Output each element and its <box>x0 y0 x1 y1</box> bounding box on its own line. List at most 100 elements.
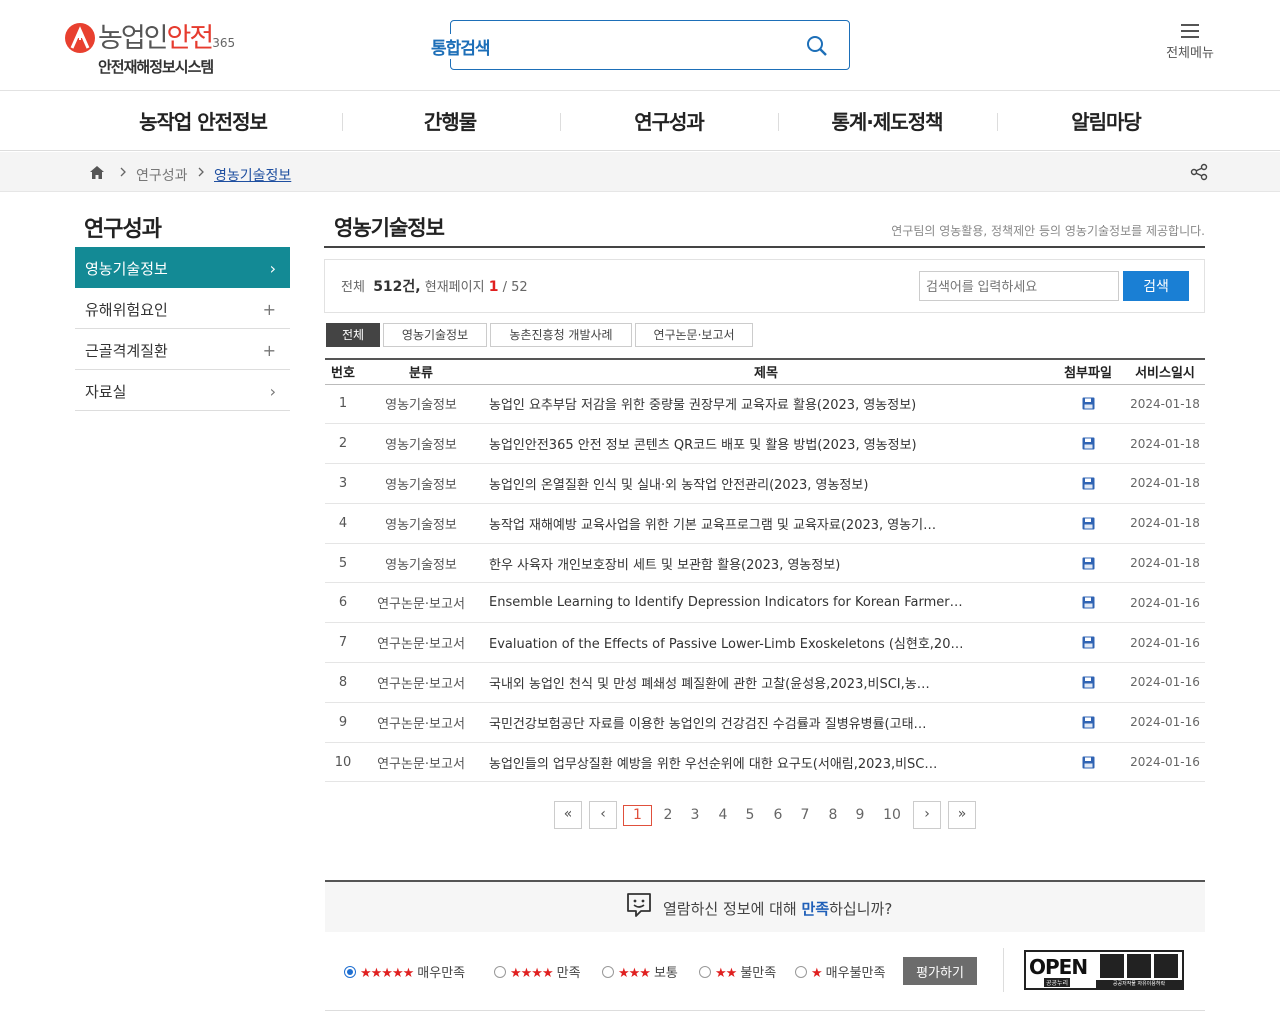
keyword-input[interactable] <box>919 271 1119 301</box>
floppy-disk-icon[interactable] <box>1082 477 1095 490</box>
next-page-button[interactable]: › <box>913 801 941 829</box>
row-title-link[interactable]: 농업인들의 업무상질환 예방을 위한 우선순위에 대한 요구도(서애림,2023… <box>481 742 1051 782</box>
table-row[interactable]: 6 연구논문·보고서 Ensemble Learning to Identify D… <box>325 583 1205 623</box>
tab-rda-cases[interactable]: 농촌진흥청 개발사례 <box>490 323 632 347</box>
table-row[interactable]: 8 연구논문·보고서 국내외 농업인 천식 및 만성 폐쇄성 폐질환에 관한 고찰(… <box>325 663 1205 703</box>
plus-icon: + <box>262 300 276 319</box>
radio-button[interactable] <box>494 966 506 978</box>
keyword-search-button[interactable]: 검색 <box>1123 271 1189 301</box>
rating-very-satisfied[interactable]: ★★★★★ 매우만족 <box>344 962 465 981</box>
row-title-link[interactable]: 농작업 재해예방 교육사업을 위한 기본 교육프로그램 및 교육자료(2023,… <box>481 503 1051 543</box>
chevron-right-icon <box>120 167 126 177</box>
row-title-link[interactable]: Ensemble Learning to Identify Depression… <box>481 583 1051 623</box>
side-item-label: 자료실 <box>85 383 127 401</box>
tab-farming-tech[interactable]: 영농기술정보 <box>383 323 487 347</box>
side-item-hazards[interactable]: 유해위험요인 + <box>75 288 290 329</box>
table-row[interactable]: 2 영농기술정보 농업인안전365 안전 정보 콘텐츠 QR코드 배포 및 활용 방… <box>325 424 1205 464</box>
row-attachment <box>1051 663 1125 703</box>
table-row[interactable]: 4 영농기술정보 농작업 재해예방 교육사업을 위한 기본 교육프로그램 및 교육자… <box>325 503 1205 544</box>
floppy-disk-icon[interactable] <box>1082 676 1095 689</box>
side-item-archive[interactable]: 자료실 › <box>75 370 290 411</box>
table-row[interactable]: 5 영농기술정보 한우 사육자 개인보호장비 세트 및 보관함 활용(2023, 영… <box>325 543 1205 583</box>
gnb-research[interactable]: 연구성과 <box>560 106 778 135</box>
table-row[interactable]: 10 연구논문·보고서 농업인들의 업무상질환 예방을 위한 우선순위에 대한 요구… <box>325 742 1205 782</box>
row-category: 연구논문·보고서 <box>377 756 465 772</box>
side-item-label: 영농기술정보 <box>85 260 168 278</box>
site-header: 농업인안전365 안전재해정보시스템 통합검색 전체메뉴 <box>0 0 1280 91</box>
rating-label: 보통 <box>653 966 678 981</box>
row-number: 6 <box>338 595 348 611</box>
floppy-disk-icon[interactable] <box>1082 397 1095 410</box>
page-link[interactable]: 10 <box>878 801 906 829</box>
row-title-link[interactable]: 국내외 농업인 천식 및 만성 폐쇄성 폐질환에 관한 고찰(윤성용,2023,… <box>481 663 1051 703</box>
table-row[interactable]: 7 연구논문·보고서 Evaluation of the Effects of Pa… <box>325 623 1205 663</box>
home-icon[interactable] <box>90 166 104 179</box>
rating-neutral[interactable]: ★★★ 보통 <box>602 962 678 981</box>
all-menu-label: 전체메뉴 <box>1166 46 1214 61</box>
gnb-publications[interactable]: 간행물 <box>341 106 559 135</box>
prev-page-button[interactable]: ‹ <box>589 801 617 829</box>
floppy-disk-icon[interactable] <box>1082 517 1095 530</box>
plus-icon: + <box>262 341 276 360</box>
last-page-button[interactable]: » <box>948 801 976 829</box>
row-date: 2024-01-16 <box>1130 595 1200 610</box>
rating-very-dissatisfied[interactable]: ★ 매우불만족 <box>795 962 885 981</box>
floppy-disk-icon[interactable] <box>1082 756 1095 769</box>
breadcrumb-current[interactable]: 영농기술정보 <box>214 165 291 185</box>
kogl-license-badge[interactable]: OPEN 공공누리 공공저작물 자유이용허락 <box>1024 950 1184 990</box>
row-title-link[interactable]: 한우 사육자 개인보호장비 세트 및 보관함 활용(2023, 영농정보) <box>481 543 1051 583</box>
row-category: 연구논문·보고서 <box>377 716 465 732</box>
floppy-disk-icon[interactable] <box>1082 596 1095 609</box>
page-link[interactable]: 7 <box>795 801 815 829</box>
list-count: 전체 512건, 현재페이지 1 / 52 <box>341 279 528 295</box>
row-title-link[interactable]: 농업인 요추부담 저감을 위한 중량물 권장무게 교육자료 활용(2023, 영… <box>481 384 1051 424</box>
all-menu-button[interactable]: 전체메뉴 <box>1158 22 1222 70</box>
integrated-search: 통합검색 <box>431 20 850 70</box>
rating-label: 만족 <box>556 966 581 981</box>
tab-all[interactable]: 전체 <box>326 323 380 347</box>
gnb-notice[interactable]: 알림마당 <box>997 106 1215 135</box>
page-link[interactable]: 6 <box>768 801 788 829</box>
first-page-button[interactable]: « <box>554 801 582 829</box>
floppy-disk-icon[interactable] <box>1082 557 1095 570</box>
breadcrumb-parent[interactable]: 연구성과 <box>136 165 188 185</box>
radio-button[interactable] <box>602 966 614 978</box>
gnb-statistics[interactable]: 통계·제도정책 <box>778 106 996 135</box>
row-attachment <box>1051 464 1125 504</box>
row-title-link[interactable]: 농업인안전365 안전 정보 콘텐츠 QR코드 배포 및 활용 방법(2023,… <box>481 424 1051 464</box>
search-icon[interactable] <box>805 34 829 58</box>
submit-rating-button[interactable]: 평가하기 <box>903 957 977 985</box>
table-row[interactable]: 9 연구논문·보고서 국민건강보험공단 자료를 이용한 농업인의 건강검진 수검률과… <box>325 702 1205 743</box>
page-link[interactable]: 2 <box>658 801 678 829</box>
page-current[interactable]: 1 <box>623 805 652 826</box>
rating-satisfied[interactable]: ★★★★ 만족 <box>494 962 581 981</box>
site-logo[interactable]: 농업인안전365 안전재해정보시스템 <box>64 14 264 78</box>
radio-button[interactable] <box>344 966 356 978</box>
page-link[interactable]: 4 <box>713 801 733 829</box>
side-item-farming-tech[interactable]: 영농기술정보 › <box>75 247 290 288</box>
row-title-link[interactable]: Evaluation of the Effects of Passive Low… <box>481 623 1051 663</box>
gnb-farm-safety[interactable]: 농작업 안전정보 <box>94 106 312 135</box>
table-header-row: 번호 분류 제목 첨부파일 서비스일시 <box>325 359 1205 385</box>
share-icon[interactable] <box>1190 163 1208 181</box>
row-title-link[interactable]: 국민건강보험공단 자료를 이용한 농업인의 건강검진 수검률과 질병유병률(고태… <box>481 702 1051 742</box>
table-row[interactable]: 3 영농기술정보 농업인의 온열질환 인식 및 실내·외 농작업 안전관리(2023… <box>325 464 1205 504</box>
floppy-disk-icon[interactable] <box>1082 636 1095 649</box>
page-link[interactable]: 3 <box>685 801 705 829</box>
side-item-musculoskeletal[interactable]: 근골격계질환 + <box>75 329 290 370</box>
radio-button[interactable] <box>699 966 711 978</box>
search-input[interactable] <box>515 31 795 59</box>
page-link[interactable]: 9 <box>850 801 870 829</box>
page-link[interactable]: 8 <box>823 801 843 829</box>
noncommercial-icon <box>1127 954 1151 978</box>
row-number: 9 <box>338 714 348 730</box>
radio-button[interactable] <box>795 966 807 978</box>
tab-papers-reports[interactable]: 연구논문·보고서 <box>635 323 753 347</box>
logo-subtitle: 안전재해정보시스템 <box>98 58 214 76</box>
rating-dissatisfied[interactable]: ★★ 불만족 <box>699 962 776 981</box>
table-row[interactable]: 1 영농기술정보 농업인 요추부담 저감을 위한 중량물 권장무게 교육자료 활용(… <box>325 384 1205 424</box>
row-title-link[interactable]: 농업인의 온열질환 인식 및 실내·외 농작업 안전관리(2023, 영농정보) <box>481 464 1051 504</box>
floppy-disk-icon[interactable] <box>1082 437 1095 450</box>
page-link[interactable]: 5 <box>740 801 760 829</box>
floppy-disk-icon[interactable] <box>1082 716 1095 729</box>
